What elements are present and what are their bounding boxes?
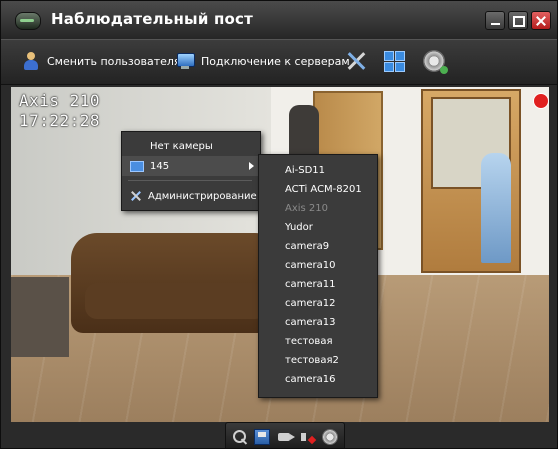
tools-icon[interactable] <box>345 50 367 72</box>
submenu-item-camera[interactable]: Yudor <box>259 218 377 237</box>
title-bar[interactable]: Наблюдательный пост <box>1 1 557 39</box>
submenu-item-camera[interactable]: camera11 <box>259 275 377 294</box>
film-reel-icon[interactable] <box>423 50 448 74</box>
submenu-item-camera[interactable]: тестовая <box>259 332 377 351</box>
submenu-item-camera[interactable]: camera12 <box>259 294 377 313</box>
film-reel-icon[interactable] <box>322 429 338 445</box>
change-user-button[interactable]: Сменить пользователя <box>21 50 181 72</box>
submenu-item-camera[interactable]: camera10 <box>259 256 377 275</box>
submenu-item-camera-disabled: Axis 210 <box>285 203 329 214</box>
user-icon <box>21 51 41 71</box>
submenu-item-camera[interactable]: camera13 <box>259 313 377 332</box>
menu-item-no-camera-label: Нет камеры <box>150 140 213 152</box>
submenu-arrow-icon <box>249 162 254 170</box>
toolbar: Сменить пользователя Подключение к серве… <box>1 39 557 85</box>
tools-icon <box>130 190 142 202</box>
zoom-icon[interactable] <box>232 429 248 445</box>
camera-submenu: Ai-SD11 ACTi ACM-8201 Axis 210 Yudor cam… <box>258 154 378 398</box>
submenu-item-camera[interactable]: ACTi ACM-8201 <box>259 180 377 199</box>
close-button[interactable] <box>531 11 551 30</box>
submenu-item-camera[interactable]: camera16 <box>259 370 377 389</box>
menu-item-no-camera[interactable]: Нет камеры <box>122 136 260 156</box>
grid-layout-icon[interactable] <box>383 50 405 72</box>
connect-servers-label: Подключение к серверам <box>201 54 350 68</box>
recording-indicator[interactable] <box>533 93 549 109</box>
app-logo-icon <box>15 12 41 30</box>
camera-name-overlay: Axis 210 <box>19 91 101 110</box>
menu-item-server-145[interactable]: 145 <box>122 156 260 176</box>
submenu-item-camera[interactable]: Ai-SD11 <box>259 161 377 180</box>
menu-item-administration-label: Администрирование <box>148 190 257 202</box>
server-icon <box>175 51 195 71</box>
camera-icon[interactable] <box>278 429 295 445</box>
menu-item-server-label: 145 <box>150 160 170 172</box>
mute-icon[interactable] <box>300 429 316 445</box>
change-user-label: Сменить пользователя <box>47 54 181 68</box>
save-icon[interactable] <box>254 429 270 445</box>
menu-separator <box>128 180 252 181</box>
maximize-button[interactable] <box>508 11 528 30</box>
camera-context-menu: Нет камеры 145 Администрирование <box>121 131 261 211</box>
window-title: Наблюдательный пост <box>51 10 254 28</box>
camera-controls-bar <box>225 422 345 448</box>
app-window: Наблюдательный пост Сменить пользователя… <box>0 0 558 449</box>
menu-item-administration[interactable]: Администрирование <box>122 186 260 206</box>
camera-timestamp-overlay: 17:22:28 <box>19 111 101 130</box>
submenu-item-camera[interactable]: camera9 <box>259 237 377 256</box>
connect-servers-button[interactable]: Подключение к серверам <box>175 50 350 72</box>
submenu-item-camera[interactable]: тестовая2 <box>259 351 377 370</box>
minimize-button[interactable] <box>485 11 505 30</box>
folder-icon <box>130 160 144 172</box>
